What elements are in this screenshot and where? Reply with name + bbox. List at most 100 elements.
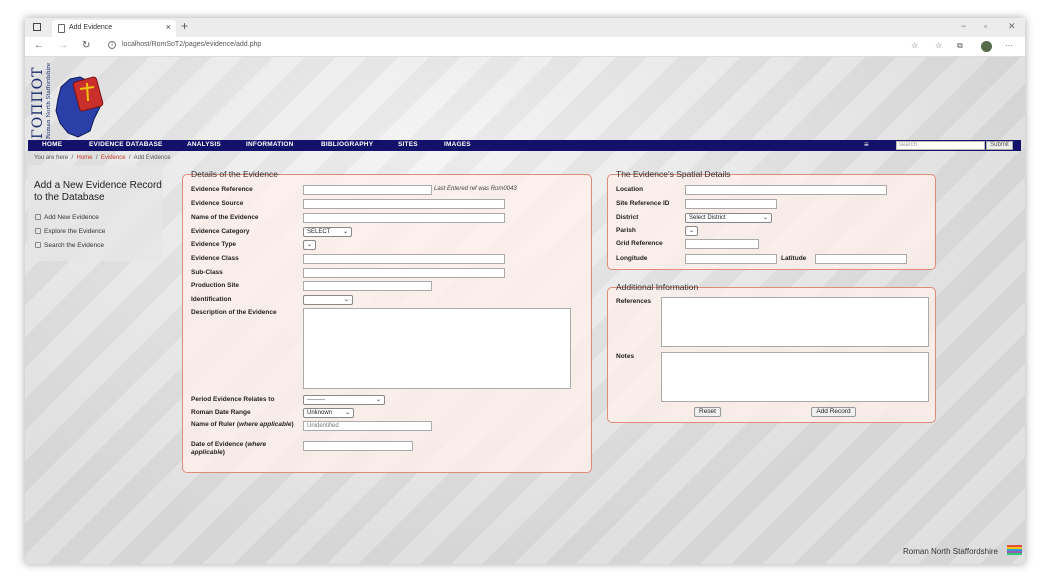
notes-label: Notes [616, 353, 635, 360]
breadcrumb-separator: / [128, 155, 131, 161]
latitude-input[interactable] [815, 254, 907, 264]
menu-home[interactable]: HOME [42, 141, 62, 148]
flag-icon [1007, 545, 1022, 555]
forward-icon[interactable]: → [58, 40, 68, 51]
date-range-select[interactable]: Unknown ⌄ [303, 408, 354, 418]
ruler-label-end: ) [291, 421, 294, 428]
maximize-icon[interactable]: ▫ [984, 21, 987, 31]
select-value: SELECT [307, 229, 331, 235]
menu-evidence-database[interactable]: EVIDENCE DATABASE [89, 141, 163, 148]
footer-text: Roman North Staffordshire [903, 547, 999, 556]
notes-textarea[interactable] [661, 352, 929, 402]
parish-select[interactable]: ⌄ [685, 226, 698, 236]
sidebar-item-add-new-evidence[interactable]: Add New Evidence [35, 214, 99, 221]
collections-icon[interactable]: ⧉ [957, 41, 963, 51]
identification-select[interactable]: ⌄ [303, 295, 353, 305]
evidence-class-label: Evidence Class [191, 255, 239, 262]
evidence-type-label: Evidence Type [191, 241, 237, 248]
search-submit-button[interactable]: Submit [986, 141, 1013, 150]
references-textarea[interactable] [661, 297, 929, 347]
read-aloud-icon[interactable]: ☆ [911, 41, 918, 50]
close-window-icon[interactable]: ✕ [1008, 21, 1016, 32]
new-tab-icon[interactable]: + [181, 19, 188, 33]
menu-bibliography[interactable]: BIBLIOGRAPHY [321, 141, 373, 148]
date-range-label: Roman Date Range [191, 409, 251, 416]
sidebar-item-label: Search the Evidence [44, 242, 104, 249]
menu-images[interactable]: IMAGES [444, 141, 471, 148]
sub-class-input[interactable] [303, 268, 505, 278]
period-select[interactable]: --------- ⌄ [303, 395, 385, 405]
district-label: District [616, 214, 639, 221]
page-icon [35, 214, 41, 220]
ruler-label-main: Name of Ruler ( [191, 421, 240, 428]
chevron-down-icon: ⌄ [344, 410, 350, 416]
breadcrumb-current: Add Evidence [133, 155, 171, 161]
main-menu: HOME EVIDENCE DATABASE ANALYSIS INFORMAT… [28, 140, 1021, 151]
production-site-input[interactable] [303, 281, 432, 291]
breadcrumb-home-link[interactable]: Home [77, 155, 93, 161]
browser-window: Add Evidence × + − ▫ ✕ ← → ↻ i localhost/… [25, 18, 1025, 564]
evidence-name-input[interactable] [303, 213, 505, 223]
evidence-category-select[interactable]: SELECT ⌄ [303, 227, 352, 237]
address-bar-row: ← → ↻ i localhost/RomSoT2/pages/evidence/… [25, 37, 1025, 57]
description-textarea[interactable] [303, 308, 571, 389]
chevron-down-icon: ⌄ [342, 229, 348, 235]
page-icon [35, 242, 41, 248]
date-label-end: ) [222, 449, 225, 456]
date-label-main: Date of Evidence ( [191, 441, 248, 448]
chevron-down-icon: ⌄ [306, 242, 312, 248]
evidence-class-input[interactable] [303, 254, 505, 264]
reset-button[interactable]: Reset [694, 407, 721, 417]
additional-fieldset: Additional Information References Notes … [607, 282, 936, 423]
page-viewport: ΓΟΠΠΟΤ Roman North Staffordshire HOME EV… [25, 57, 1025, 564]
sidebar: Add a New Evidence Record to the Databas… [28, 165, 163, 261]
location-label: Location [616, 186, 644, 193]
ruler-input[interactable]: Unidentified [303, 421, 432, 431]
sidebar-item-search-evidence[interactable]: Search the Evidence [35, 242, 104, 249]
details-legend: Details of the Evidence [191, 169, 278, 179]
back-icon[interactable]: ← [34, 40, 44, 51]
breadcrumb-separator: / [71, 155, 74, 161]
sidebar-item-explore-evidence[interactable]: Explore the Evidence [35, 228, 105, 235]
tab-bar: Add Evidence × + − ▫ ✕ [25, 18, 1025, 37]
evidence-name-label: Name of the Evidence [191, 214, 259, 221]
search-input[interactable]: search [896, 141, 985, 150]
address-field[interactable]: i localhost/RomSoT2/pages/evidence/add.ph… [108, 41, 261, 49]
add-record-button[interactable]: Add Record [811, 407, 856, 417]
district-select[interactable]: Select District ⌄ [685, 213, 772, 223]
grid-reference-label: Grid Reference [616, 240, 663, 247]
longitude-input[interactable] [685, 254, 777, 264]
hamburger-icon[interactable]: ≡ [864, 140, 869, 149]
location-input[interactable] [685, 185, 887, 195]
evidence-reference-label: Evidence Reference [191, 186, 253, 193]
date-of-evidence-input[interactable] [303, 441, 413, 451]
browser-tab[interactable]: Add Evidence × [52, 20, 176, 37]
last-ref-note: Last Entered ref was Rom0043 [434, 186, 517, 192]
profile-avatar[interactable] [981, 41, 992, 52]
evidence-source-input[interactable] [303, 199, 505, 209]
evidence-reference-input[interactable] [303, 185, 432, 195]
select-value: Select District [689, 215, 726, 221]
breadcrumb-evidence-link[interactable]: Evidence [101, 155, 126, 161]
minimize-icon[interactable]: − [961, 21, 966, 31]
evidence-type-select[interactable]: ⌄ [303, 240, 316, 250]
tab-actions-icon[interactable] [33, 23, 41, 31]
details-fieldset: Details of the Evidence Evidence Referen… [182, 169, 592, 473]
more-icon[interactable]: ··· [1005, 41, 1013, 50]
favorites-icon[interactable]: ☆ [935, 41, 942, 50]
ruler-label-em: where applicable [239, 421, 292, 428]
site-logo[interactable]: ΓΟΠΠΟΤ Roman North Staffordshire [28, 59, 118, 140]
references-label: References [616, 298, 652, 305]
grid-reference-input[interactable] [685, 239, 759, 249]
refresh-icon[interactable]: ↻ [82, 40, 90, 51]
info-icon[interactable]: i [108, 41, 116, 49]
site-reference-input[interactable] [685, 199, 777, 209]
chevron-down-icon: ⌄ [343, 297, 349, 303]
close-tab-icon[interactable]: × [166, 22, 171, 32]
menu-analysis[interactable]: ANALYSIS [187, 141, 221, 148]
menu-sites[interactable]: SITES [398, 141, 418, 148]
select-value: Unknown [307, 410, 333, 416]
select-value: --------- [307, 397, 325, 403]
breadcrumb-prefix: You are here [34, 155, 69, 161]
menu-information[interactable]: INFORMATION [246, 141, 294, 148]
